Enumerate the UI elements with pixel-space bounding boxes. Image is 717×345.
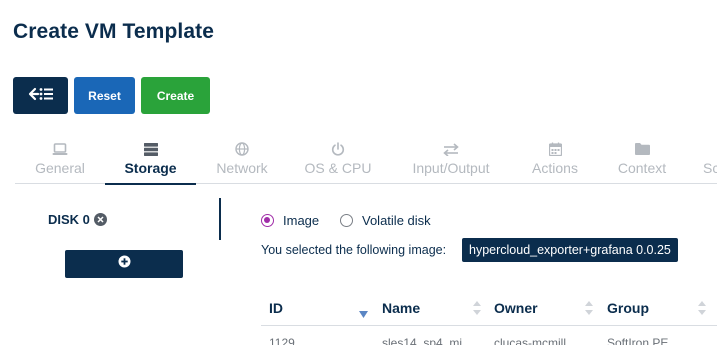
page-title: Create VM Template <box>13 20 214 43</box>
storage-icon <box>143 140 158 158</box>
tab-storage[interactable]: Storage <box>105 136 196 185</box>
sort-icon[interactable] <box>698 301 706 320</box>
add-disk-button[interactable] <box>65 250 183 278</box>
exchange-icon <box>443 140 459 158</box>
tab-label: Input/Output <box>412 160 490 176</box>
column-header-name[interactable]: Name <box>382 300 420 316</box>
tab-label: Storage <box>124 160 177 176</box>
tab-label: General <box>35 160 85 176</box>
image-radio-label: Image <box>283 213 320 228</box>
disk-label: DISK 0 <box>48 212 90 227</box>
tab-network[interactable]: Network <box>212 136 272 184</box>
sort-desc-icon[interactable] <box>359 306 368 324</box>
globe-icon <box>235 140 249 158</box>
tab-partial[interactable]: Sc <box>703 136 717 184</box>
folder-icon <box>634 140 650 158</box>
reset-button[interactable]: Reset <box>74 77 135 114</box>
selected-image-text: You selected the following image: <box>261 243 447 257</box>
table-cell-name: sles14_sp4_mi... <box>382 336 473 345</box>
tab-actions[interactable]: Actions <box>527 136 583 184</box>
close-circle-icon[interactable] <box>93 213 107 226</box>
table-cell-group: SoftIron PE <box>607 336 669 345</box>
tab-label: OS & CPU <box>304 160 372 176</box>
volatile-radio-label: Volatile disk <box>362 213 431 228</box>
tab-general[interactable]: General <box>30 136 90 184</box>
sort-icon[interactable] <box>473 301 481 320</box>
table-cell-owner: clucas-mcmill... <box>494 336 577 345</box>
calendar-icon <box>548 140 562 158</box>
column-header-group[interactable]: Group <box>607 300 649 316</box>
column-header-id[interactable]: ID <box>269 300 283 316</box>
laptop-icon <box>52 140 68 158</box>
active-disk-indicator <box>219 198 221 240</box>
image-radio-option[interactable]: Image <box>261 213 319 228</box>
table-header-divider <box>261 325 717 326</box>
plus-circle-icon <box>118 255 131 273</box>
tab-label: Sc <box>703 160 717 176</box>
tab-label: Network <box>216 160 268 176</box>
back-to-list-button[interactable] <box>13 77 68 114</box>
selected-image-badge: hypercloud_exporter+grafana 0.0.25 <box>462 238 678 262</box>
power-icon <box>331 140 345 158</box>
tab-bar: General Storage Network OS & CPU Input/O… <box>15 136 717 185</box>
volatile-disk-radio[interactable] <box>340 214 353 227</box>
table-cell-id: 1129 <box>269 336 295 345</box>
tab-label: Actions <box>532 160 578 176</box>
tab-input-output[interactable]: Input/Output <box>407 136 495 184</box>
tab-label: Context <box>617 160 667 176</box>
image-radio[interactable] <box>261 214 274 227</box>
create-button[interactable]: Create <box>141 77 210 114</box>
disk-0-tab[interactable]: DISK 0 <box>48 212 107 227</box>
sort-icon[interactable] <box>585 301 593 320</box>
volatile-radio-option[interactable]: Volatile disk <box>340 213 431 228</box>
tab-context[interactable]: Context <box>612 136 672 184</box>
tab-os-cpu[interactable]: OS & CPU <box>303 136 373 184</box>
back-list-icon <box>28 87 54 104</box>
column-header-owner[interactable]: Owner <box>494 300 538 316</box>
